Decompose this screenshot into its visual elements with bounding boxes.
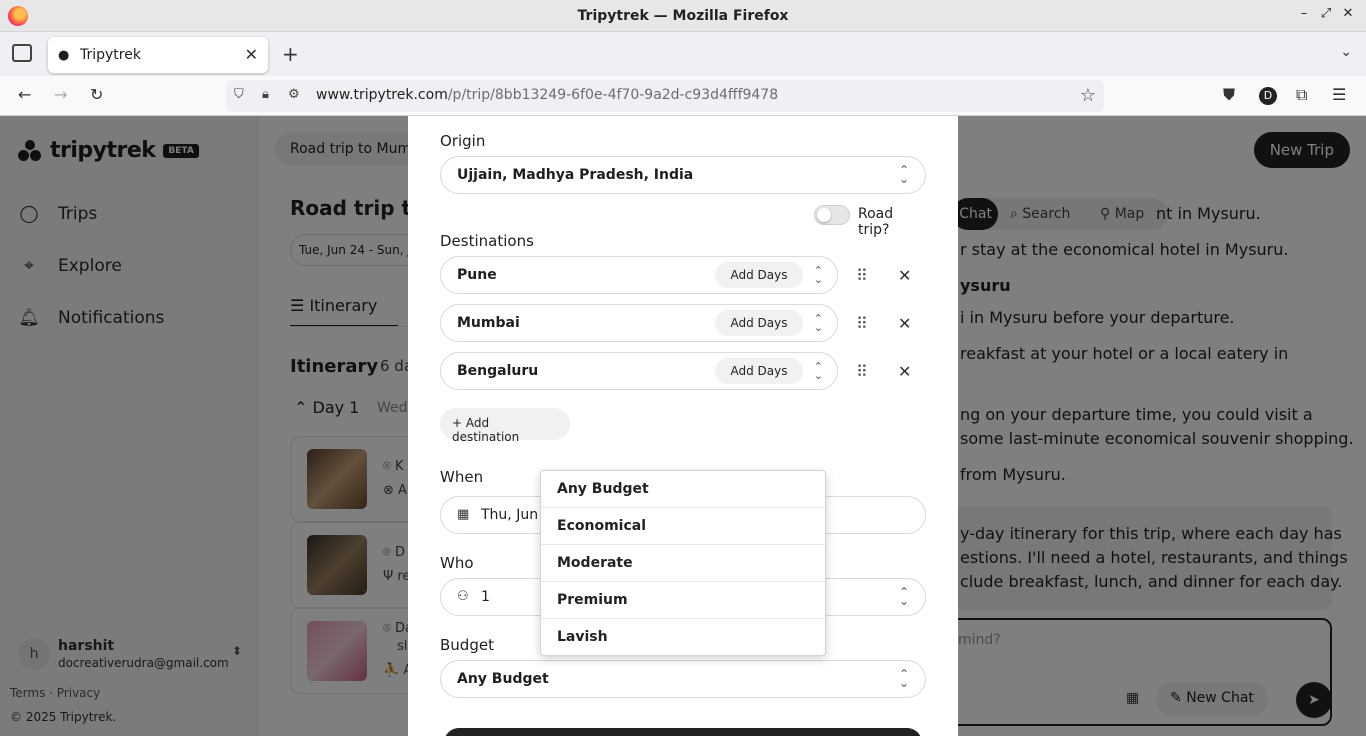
chevron-updown-icon[interactable]: ⌃ ⌄: [814, 265, 823, 285]
menu-icon[interactable]: ☰: [1332, 85, 1346, 104]
submit-button[interactable]: [444, 728, 922, 736]
date-value: Thu, Jun: [481, 507, 539, 523]
window-titlebar: Tripytrek — Mozilla Firefox – ⤢ ✕: [0, 0, 1366, 32]
budget-option[interactable]: Premium: [541, 582, 825, 619]
chevron-updown-icon[interactable]: ⌃ ⌄: [814, 361, 823, 381]
origin-label: Origin: [440, 132, 486, 150]
forward-icon[interactable]: →: [54, 85, 67, 104]
tab-bar: ● Tripytrek ✕ + ⌄: [0, 32, 1366, 76]
origin-select[interactable]: Ujjain, Madhya Pradesh, India ⌃ ⌄: [440, 156, 926, 194]
budget-option[interactable]: Lavish: [541, 619, 825, 656]
list-tabs-icon[interactable]: ⌄: [1340, 44, 1352, 60]
lock-icon[interactable]: 🔒︎: [262, 87, 269, 102]
add-destination-button[interactable]: + Add destination: [440, 408, 570, 444]
road-trip-toggle[interactable]: Road trip?: [814, 204, 926, 238]
chevron-updown-icon[interactable]: ⌃ ⌄: [814, 313, 823, 333]
budget-value: Any Budget: [457, 671, 549, 687]
destination-field[interactable]: Mumbai Add Days ⌃ ⌄: [440, 304, 838, 342]
chevron-updown-icon: ⌃ ⌄: [898, 585, 909, 608]
remove-destination-icon[interactable]: ✕: [898, 314, 911, 333]
maximize-icon[interactable]: ⤢: [1316, 6, 1336, 21]
remove-destination-icon[interactable]: ✕: [898, 362, 911, 381]
when-label: When: [440, 468, 484, 486]
new-tab-icon[interactable]: +: [282, 42, 299, 66]
chevron-updown-icon: ⌃ ⌄: [898, 667, 909, 690]
trip-settings-modal: Origin Ujjain, Madhya Pradesh, India ⌃ ⌄ …: [408, 116, 958, 736]
pocket-icon[interactable]: ⛊: [1223, 85, 1235, 105]
budget-option[interactable]: Economical: [541, 508, 825, 545]
drag-handle-icon[interactable]: ⠿: [856, 266, 868, 285]
travelers-value: 1: [481, 589, 490, 605]
close-window-icon[interactable]: ✕: [1338, 6, 1358, 21]
window-title: Tripytrek — Mozilla Firefox: [577, 8, 789, 24]
calendar-icon: ▦: [457, 507, 470, 522]
person-icon: ⚇: [457, 589, 469, 604]
budget-label: Budget: [440, 636, 494, 654]
page: tripytrek BETA ◯ Trips ⌖ Explore 🔔︎ Noti…: [0, 116, 1366, 736]
reload-icon[interactable]: ↻: [90, 85, 103, 104]
destination-name: Mumbai: [457, 315, 520, 331]
budget-select[interactable]: Any Budget ⌃ ⌄: [440, 660, 926, 698]
extensions-icon[interactable]: ⧉: [1296, 85, 1307, 105]
origin-value: Ujjain, Madhya Pradesh, India: [457, 167, 694, 183]
add-days-button[interactable]: Add Days: [715, 358, 803, 384]
shield-icon[interactable]: ⛉: [234, 87, 244, 102]
firefox-view-icon[interactable]: [12, 44, 32, 62]
minimize-icon[interactable]: –: [1294, 6, 1314, 21]
add-days-button[interactable]: Add Days: [715, 262, 803, 288]
close-tab-icon[interactable]: ✕: [245, 45, 258, 64]
destinations-label: Destinations: [440, 232, 534, 250]
url-text[interactable]: www.tripytrek.com/p/trip/8bb13249-6f0e-4…: [316, 87, 778, 103]
toggle-switch[interactable]: [814, 205, 850, 225]
road-trip-label: Road trip?: [858, 206, 894, 238]
back-icon[interactable]: ←: [18, 85, 31, 104]
permissions-icon[interactable]: ⚙: [288, 87, 300, 102]
navigation-bar: ← → ↻ ⛉ 🔒︎ ⚙ www.tripytrek.com/p/trip/8b…: [0, 76, 1366, 116]
destination-field[interactable]: Bengaluru Add Days ⌃ ⌄: [440, 352, 838, 390]
add-days-button[interactable]: Add Days: [715, 310, 803, 336]
account-avatar-icon[interactable]: D: [1259, 87, 1277, 105]
tab-title: Tripytrek: [80, 47, 141, 63]
destination-field[interactable]: Pune Add Days ⌃ ⌄: [440, 256, 838, 294]
budget-option[interactable]: Moderate: [541, 545, 825, 582]
destination-name: Bengaluru: [457, 363, 539, 379]
destination-name: Pune: [457, 267, 497, 283]
chevron-updown-icon: ⌃ ⌄: [898, 163, 909, 186]
bookmark-star-icon[interactable]: ☆: [1080, 85, 1096, 106]
drag-handle-icon[interactable]: ⠿: [856, 362, 868, 381]
who-label: Who: [440, 554, 474, 572]
budget-dropdown: Any Budget Economical Moderate Premium L…: [540, 470, 826, 656]
browser-tab[interactable]: ● Tripytrek ✕: [48, 37, 268, 73]
budget-option[interactable]: Any Budget: [541, 471, 825, 508]
drag-handle-icon[interactable]: ⠿: [856, 314, 868, 333]
remove-destination-icon[interactable]: ✕: [898, 266, 911, 285]
tripytrek-favicon-icon: ●: [58, 48, 70, 63]
url-bar[interactable]: ⛉ 🔒︎ ⚙ www.tripytrek.com/p/trip/8bb13249…: [226, 80, 1104, 112]
